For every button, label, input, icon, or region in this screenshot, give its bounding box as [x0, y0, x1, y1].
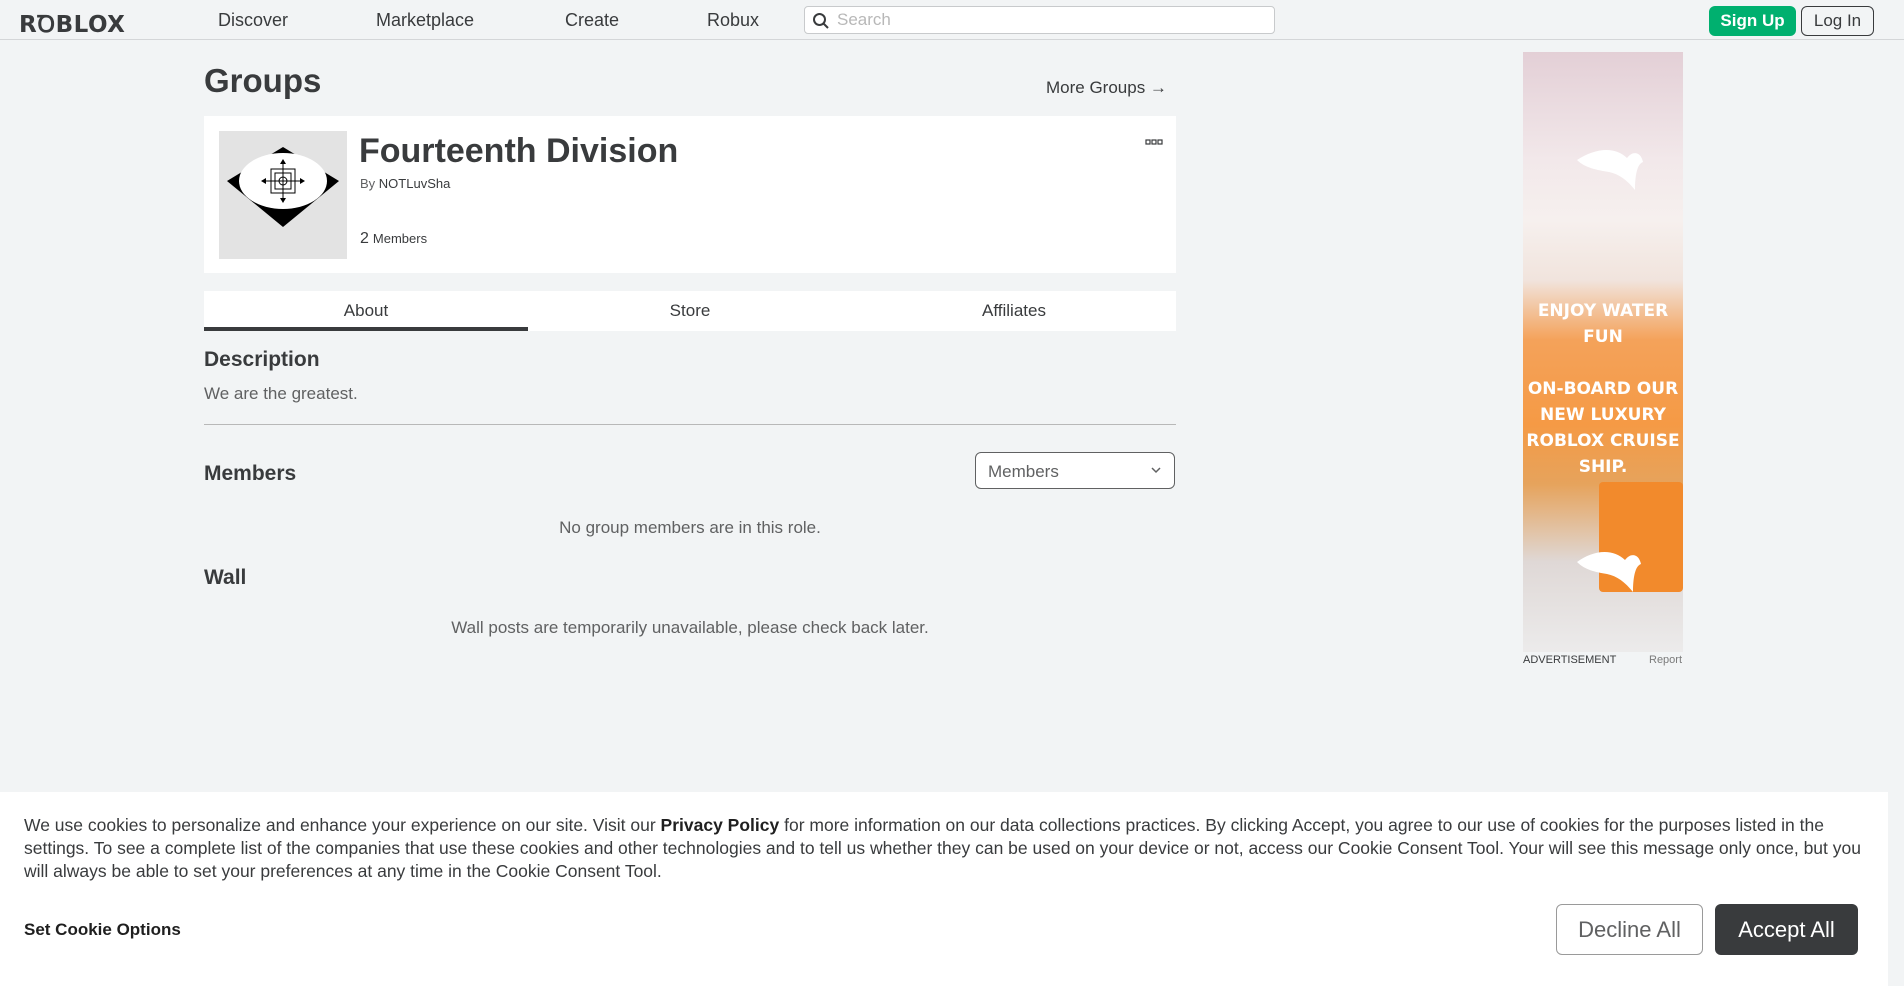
group-tabs: About Store Affiliates [204, 291, 1176, 331]
tab-store[interactable]: Store [528, 291, 852, 331]
top-navigation-bar: RꝹBLOX Discover Marketplace Create Robux… [0, 0, 1904, 40]
member-count-label: Members [372, 231, 428, 246]
wall-heading: Wall [204, 566, 247, 589]
accept-all-button[interactable]: Accept All [1715, 904, 1858, 955]
cookie-message: We use cookies to personalize and enhanc… [24, 814, 1874, 883]
search-input[interactable] [837, 10, 1257, 30]
member-count-value: 2 [360, 230, 369, 247]
role-dropdown[interactable]: Members [975, 452, 1175, 489]
description-text: We are the greatest. [204, 384, 358, 403]
roblox-logo[interactable]: RꝹBLOX [19, 7, 125, 39]
description-heading: Description [204, 348, 320, 371]
members-heading: Members [204, 462, 297, 485]
seagull-icon [1577, 551, 1641, 592]
ad-text-line: ENJOY WATER [1537, 301, 1669, 321]
ad-text-line: SHIP. [1578, 457, 1628, 477]
divider [204, 424, 1176, 425]
role-dropdown-value: Members [988, 462, 1059, 481]
privacy-policy-link[interactable]: Privacy Policy [661, 815, 780, 835]
cookie-text-before: We use cookies to personalize and enhanc… [24, 815, 661, 835]
ad-text-line: NEW LUXURY [1540, 405, 1666, 425]
ad-text-line: ROBLOX CRUISE [1526, 431, 1680, 451]
advertisement-banner[interactable]: ENJOY WATER FUN ON-BOARD OUR NEW LUXURY … [1523, 52, 1683, 652]
group-emblem-icon [227, 147, 339, 227]
group-name: Fourteenth Division [359, 132, 679, 170]
sign-up-button[interactable]: Sign Up [1709, 6, 1796, 36]
more-dots-icon[interactable] [1145, 134, 1163, 151]
set-cookie-options-link[interactable]: Set Cookie Options [24, 920, 181, 940]
search-box[interactable] [804, 6, 1275, 34]
report-ad-link[interactable]: Report [1649, 654, 1682, 666]
log-in-button[interactable]: Log In [1801, 6, 1874, 36]
search-icon [813, 13, 829, 29]
tab-about[interactable]: About [204, 291, 528, 331]
tab-affiliates[interactable]: Affiliates [852, 291, 1176, 331]
wall-unavailable-message: Wall posts are temporarily unavailable, … [451, 618, 929, 637]
group-emblem[interactable] [219, 131, 347, 259]
nav-marketplace[interactable]: Marketplace [376, 10, 474, 31]
by-prefix: By [360, 176, 376, 191]
seagull-icon [1577, 149, 1643, 190]
no-members-message: No group members are in this role. [559, 518, 821, 537]
group-owner-link[interactable]: NOTLuvSha [379, 176, 451, 191]
group-header-card: Fourteenth Division By NOTLuvSha 2 Member… [204, 116, 1176, 273]
group-owner-line: By NOTLuvSha [360, 176, 450, 191]
nav-create[interactable]: Create [565, 10, 619, 31]
ad-text-line: FUN [1583, 327, 1623, 347]
nav-robux[interactable]: Robux [707, 10, 759, 31]
advertisement-label: ADVERTISEMENT [1523, 654, 1617, 666]
member-count: 2 Members [360, 230, 427, 248]
more-groups-link[interactable]: More Groups → [1046, 78, 1167, 98]
decline-all-button[interactable]: Decline All [1556, 904, 1703, 955]
chevron-down-icon [1151, 467, 1161, 474]
cookie-consent-banner: We use cookies to personalize and enhanc… [0, 792, 1888, 986]
nav-discover[interactable]: Discover [218, 10, 288, 31]
page-title: Groups [204, 62, 322, 99]
ad-text-line: ON-BOARD OUR [1527, 379, 1679, 399]
